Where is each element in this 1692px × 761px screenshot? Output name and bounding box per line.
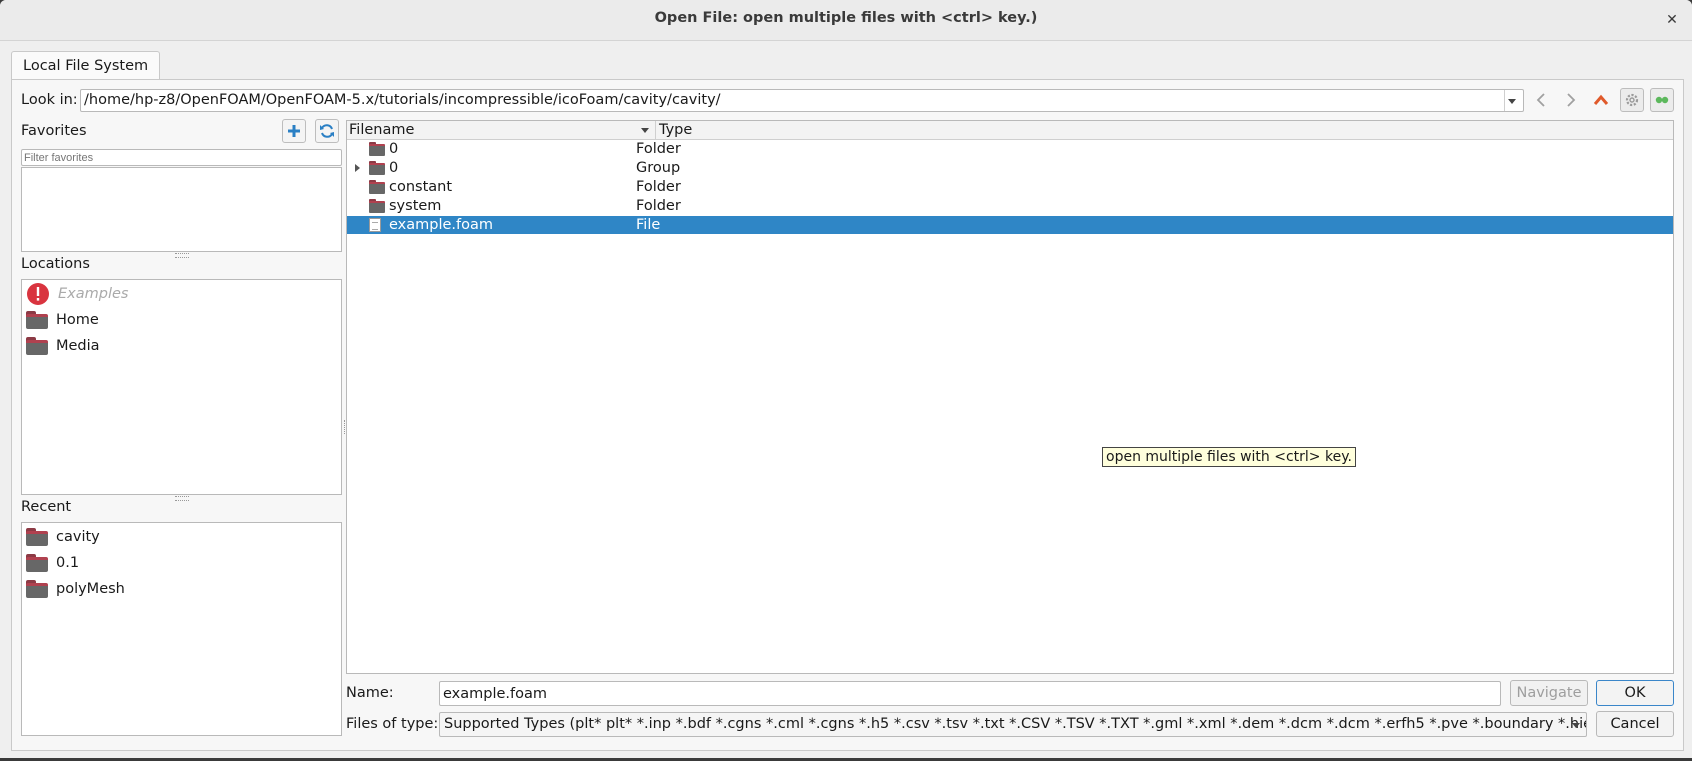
folder-icon <box>369 161 385 175</box>
splitter-handle[interactable] <box>175 496 189 501</box>
folder-icon <box>26 311 48 329</box>
chevron-down-icon[interactable] <box>1508 99 1516 104</box>
recent-label-0-1: 0.1 <box>56 555 80 571</box>
files-of-type-select[interactable]: Supported Types (plt* plt* *.inp *.bdf *… <box>439 712 1587 737</box>
recent-list[interactable]: cavity 0.1 polyMesh <box>21 522 342 736</box>
chevron-down-icon[interactable] <box>1572 723 1580 728</box>
name-label: Name: <box>346 685 394 701</box>
close-icon[interactable]: ✕ <box>1662 10 1682 30</box>
expand-arrow-icon[interactable] <box>355 164 360 172</box>
add-favorite-button[interactable] <box>282 119 306 143</box>
recent-item-polymesh[interactable]: polyMesh <box>26 576 125 602</box>
file-name: example.foam <box>389 217 494 233</box>
look-in-combobox[interactable]: /home/hp-z8/OpenFOAM/OpenFOAM-5.x/tutori… <box>80 89 1524 112</box>
folder-icon <box>26 528 48 546</box>
file-row[interactable]: 0 Folder <box>347 140 1576 158</box>
column-header-filename-label: Filename <box>349 122 415 138</box>
location-item-media[interactable]: Media <box>26 333 100 359</box>
file-name-input[interactable] <box>439 681 1501 706</box>
file-name: 0 <box>389 160 399 176</box>
file-type: Group <box>636 160 681 176</box>
sort-indicator-icon <box>641 128 649 133</box>
file-row[interactable]: constant Folder <box>347 178 1576 196</box>
locations-label: Locations <box>21 256 90 272</box>
ok-button[interactable]: OK <box>1596 680 1674 706</box>
forward-icon[interactable] <box>1560 89 1582 111</box>
look-in-path: /home/hp-z8/OpenFOAM/OpenFOAM-5.x/tutori… <box>84 92 721 108</box>
file-row-selected[interactable]: example.foam File <box>347 216 1673 234</box>
filter-favorites-input[interactable] <box>21 149 342 166</box>
location-item-examples[interactable]: Examples <box>26 281 128 307</box>
column-header-filename[interactable]: Filename <box>347 121 656 139</box>
recent-item-cavity[interactable]: cavity <box>26 524 100 550</box>
refresh-icon <box>320 124 334 138</box>
file-row[interactable]: 0 Group <box>347 159 1576 177</box>
location-item-home[interactable]: Home <box>26 307 99 333</box>
file-name: system <box>389 198 442 214</box>
file-list[interactable]: Filename Type 0 Folder 0 Group constant … <box>346 120 1674 674</box>
file-name: constant <box>389 179 453 195</box>
column-header-type[interactable]: Type <box>657 121 1673 139</box>
file-type: Folder <box>636 198 681 214</box>
folder-icon <box>26 337 48 355</box>
cancel-button[interactable]: Cancel <box>1596 711 1674 737</box>
look-in-label: Look in: <box>21 92 78 108</box>
folder-icon <box>26 580 48 598</box>
favorites-list[interactable] <box>21 167 342 252</box>
refresh-favorites-button[interactable] <box>315 119 339 143</box>
navigate-button[interactable]: Navigate <box>1510 680 1588 706</box>
open-file-dialog: Open File: open multiple files with <ctr… <box>0 0 1692 758</box>
title-bar: Open File: open multiple files with <ctr… <box>0 0 1692 41</box>
column-header-type-label: Type <box>659 122 693 138</box>
files-of-type-value: Supported Types (plt* plt* *.inp *.bdf *… <box>444 716 1587 732</box>
location-label-examples: Examples <box>58 286 129 302</box>
back-icon[interactable] <box>1530 89 1552 111</box>
toggle-hidden-icon[interactable] <box>1650 88 1674 112</box>
folder-icon <box>369 199 385 213</box>
locations-list[interactable]: Examples Home Media <box>21 279 342 495</box>
error-icon <box>27 283 49 305</box>
file-name: 0 <box>389 141 399 157</box>
recent-label: Recent <box>21 499 72 515</box>
folder-icon <box>26 554 48 572</box>
settings-icon[interactable] <box>1620 88 1644 112</box>
file-icon <box>369 218 381 232</box>
folder-icon <box>369 180 385 194</box>
favorites-label: Favorites <box>21 123 87 139</box>
folder-icon <box>369 142 385 156</box>
splitter-handle[interactable] <box>175 253 189 258</box>
files-of-type-label: Files of type: <box>346 716 439 732</box>
location-label-media: Media <box>56 338 100 354</box>
location-label-home: Home <box>56 312 99 328</box>
file-type: Folder <box>636 141 681 157</box>
parent-directory-icon[interactable] <box>1590 89 1612 111</box>
tooltip: open multiple files with <ctrl> key. <box>1102 447 1356 467</box>
tab-local-file-system[interactable]: Local File System <box>11 51 161 80</box>
recent-label-cavity: cavity <box>56 529 100 545</box>
recent-item-0-1[interactable]: 0.1 <box>26 550 79 576</box>
file-type: Folder <box>636 179 681 195</box>
recent-label-polymesh: polyMesh <box>56 581 125 597</box>
plus-icon <box>288 125 300 137</box>
file-row[interactable]: system Folder <box>347 197 1576 215</box>
window-title: Open File: open multiple files with <ctr… <box>654 10 1038 26</box>
file-type: File <box>636 217 661 233</box>
